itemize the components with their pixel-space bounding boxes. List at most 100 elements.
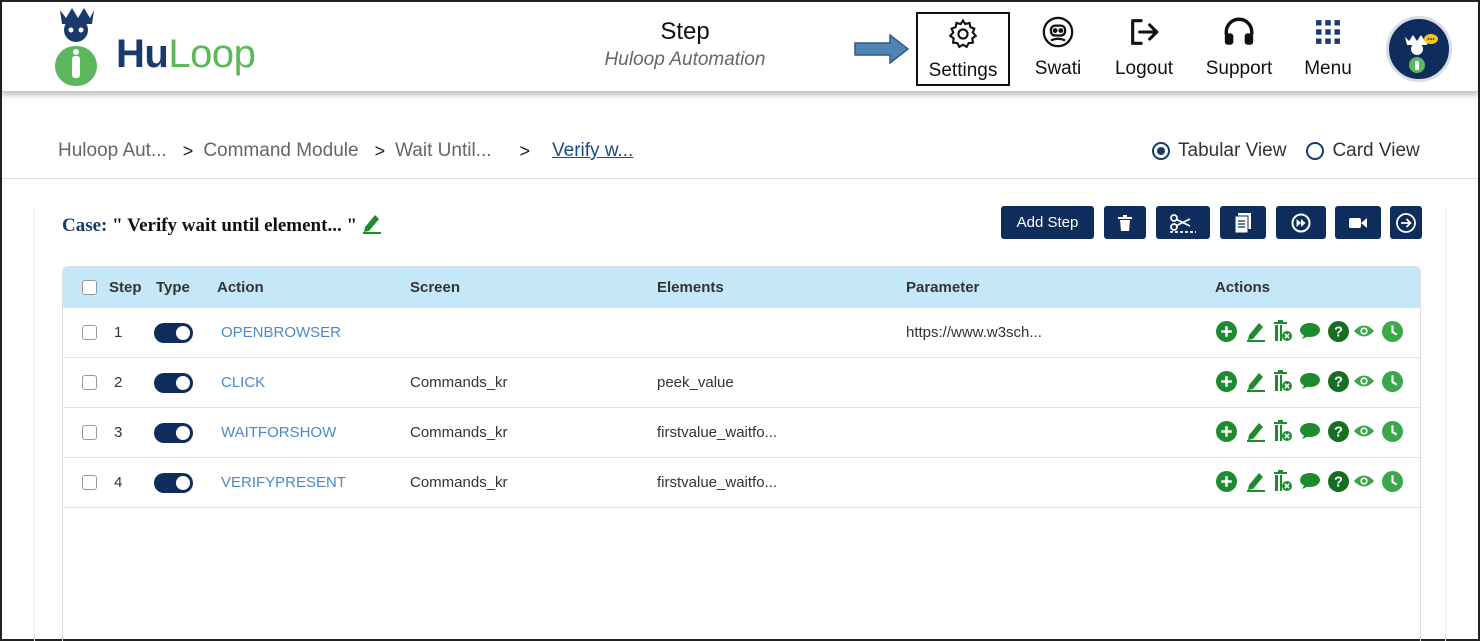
- user-profile-button[interactable]: Swati: [1026, 12, 1090, 86]
- case-title: Case: " Verify wait until element... ": [62, 212, 382, 237]
- assistant-avatar[interactable]: [1386, 16, 1452, 82]
- delete-bin-icon[interactable]: [1271, 470, 1293, 492]
- scissors-icon: [1170, 213, 1196, 233]
- breadcrumb-current[interactable]: Verify w...: [552, 140, 633, 162]
- run-step-button[interactable]: [1276, 206, 1326, 239]
- row-checkbox[interactable]: [82, 325, 97, 340]
- breadcrumb-item-2[interactable]: Command Module: [203, 140, 358, 162]
- help-icon[interactable]: ?: [1327, 370, 1349, 392]
- view-eye-icon[interactable]: [1353, 370, 1375, 392]
- add-circle-icon[interactable]: [1215, 320, 1237, 342]
- delete-bin-icon[interactable]: [1271, 370, 1293, 392]
- add-circle-icon[interactable]: [1215, 370, 1237, 392]
- card-view-label[interactable]: Card View: [1332, 140, 1419, 162]
- table-row: 3 WAITFORSHOW Commands_kr firstvalue_wai…: [63, 408, 1420, 458]
- settings-button[interactable]: Settings: [916, 12, 1010, 86]
- row-type-toggle[interactable]: [154, 323, 193, 343]
- cut-step-button[interactable]: [1156, 206, 1210, 239]
- steps-table: Step Type Action Screen Elements Paramet…: [62, 266, 1421, 641]
- edit-pencil-icon[interactable]: [1245, 370, 1267, 392]
- add-step-button[interactable]: Add Step: [1001, 206, 1094, 239]
- breadcrumb-item-3[interactable]: Wait Until...: [395, 140, 491, 162]
- comment-icon[interactable]: [1299, 420, 1321, 442]
- logo-wordmark: HuLoop: [116, 32, 256, 76]
- comment-icon[interactable]: [1299, 370, 1321, 392]
- delete-step-button[interactable]: [1104, 206, 1146, 239]
- select-all-checkbox[interactable]: [82, 280, 97, 295]
- menu-label: Menu: [1304, 58, 1352, 79]
- row-actions: ?: [1215, 320, 1405, 344]
- row-parameter: https://www.w3sch...: [906, 324, 1042, 341]
- clock-icon[interactable]: [1381, 420, 1403, 442]
- help-icon[interactable]: ?: [1327, 420, 1349, 442]
- case-name: " Verify wait until element... ": [112, 215, 357, 236]
- edit-pencil-icon[interactable]: [1245, 420, 1267, 442]
- card-view-radio[interactable]: [1306, 142, 1325, 160]
- row-action-link[interactable]: WAITFORSHOW: [221, 424, 336, 441]
- view-eye-icon[interactable]: [1353, 420, 1375, 442]
- add-circle-icon[interactable]: [1215, 470, 1237, 492]
- add-circle-icon[interactable]: [1215, 420, 1237, 442]
- row-type-toggle[interactable]: [154, 473, 193, 493]
- view-eye-icon[interactable]: [1353, 470, 1375, 492]
- edit-pencil-icon[interactable]: [1245, 320, 1267, 342]
- support-label: Support: [1205, 58, 1273, 79]
- row-elements: peek_value: [657, 374, 734, 391]
- delete-bin-icon[interactable]: [1271, 420, 1293, 442]
- col-action[interactable]: Action: [217, 279, 264, 296]
- col-elements[interactable]: Elements: [657, 279, 724, 296]
- row-action-link[interactable]: OPENBROWSER: [221, 324, 341, 341]
- col-type[interactable]: Type: [156, 279, 190, 296]
- support-button[interactable]: Support: [1198, 12, 1280, 86]
- row-screen: Commands_kr: [410, 374, 508, 391]
- row-action-link[interactable]: VERIFYPRESENT: [221, 474, 346, 491]
- logout-button[interactable]: Logout: [1106, 12, 1182, 86]
- row-type-toggle[interactable]: [154, 423, 193, 443]
- svg-text:?: ?: [1334, 324, 1343, 340]
- delete-bin-icon[interactable]: [1271, 320, 1293, 342]
- comment-icon[interactable]: [1299, 320, 1321, 342]
- row-elements: firstvalue_waitfo...: [657, 474, 778, 491]
- page-title: Step: [660, 18, 710, 45]
- edit-pencil-icon[interactable]: [362, 212, 382, 234]
- document-icon: [1234, 212, 1251, 233]
- view-toggle: Tabular View Card View: [1152, 140, 1420, 162]
- video-icon: [1349, 217, 1367, 228]
- row-action-link[interactable]: CLICK: [221, 374, 265, 391]
- clock-icon[interactable]: [1381, 320, 1403, 342]
- tabular-view-label[interactable]: Tabular View: [1178, 140, 1286, 162]
- row-type-toggle[interactable]: [154, 373, 193, 393]
- edit-pencil-icon[interactable]: [1245, 470, 1267, 492]
- next-arrow-icon: [1396, 212, 1416, 233]
- col-step[interactable]: Step: [109, 279, 142, 296]
- row-actions: ?: [1215, 470, 1405, 494]
- table-row: 1 OPENBROWSER https://www.w3sch... ?: [63, 308, 1420, 358]
- help-icon[interactable]: ?: [1327, 470, 1349, 492]
- row-checkbox[interactable]: [82, 475, 97, 490]
- menu-button[interactable]: Menu: [1296, 12, 1360, 86]
- row-step-number: 3: [114, 424, 123, 441]
- view-eye-icon[interactable]: [1353, 320, 1375, 342]
- chevron-right-icon: >: [182, 140, 194, 161]
- help-icon[interactable]: ?: [1327, 320, 1349, 342]
- tabular-view-radio[interactable]: [1152, 142, 1170, 160]
- comment-icon[interactable]: [1299, 470, 1321, 492]
- grid-menu-icon: [1316, 20, 1340, 44]
- record-video-button[interactable]: [1335, 206, 1381, 239]
- row-screen: Commands_kr: [410, 474, 508, 491]
- col-screen[interactable]: Screen: [410, 279, 460, 296]
- breadcrumb-item-1[interactable]: Huloop Aut...: [58, 140, 167, 162]
- next-button[interactable]: [1390, 206, 1422, 239]
- user-robot-icon: [1042, 16, 1074, 48]
- copy-step-button[interactable]: [1220, 206, 1266, 239]
- row-step-number: 4: [114, 474, 123, 491]
- huloop-logo[interactable]: HuLoop: [52, 6, 292, 88]
- col-parameter[interactable]: Parameter: [906, 279, 979, 296]
- clock-icon[interactable]: [1381, 370, 1403, 392]
- row-step-number: 1: [114, 324, 123, 341]
- trash-icon: [1118, 214, 1132, 231]
- settings-label: Settings: [928, 60, 998, 81]
- clock-icon[interactable]: [1381, 470, 1403, 492]
- row-checkbox[interactable]: [82, 375, 97, 390]
- row-checkbox[interactable]: [82, 425, 97, 440]
